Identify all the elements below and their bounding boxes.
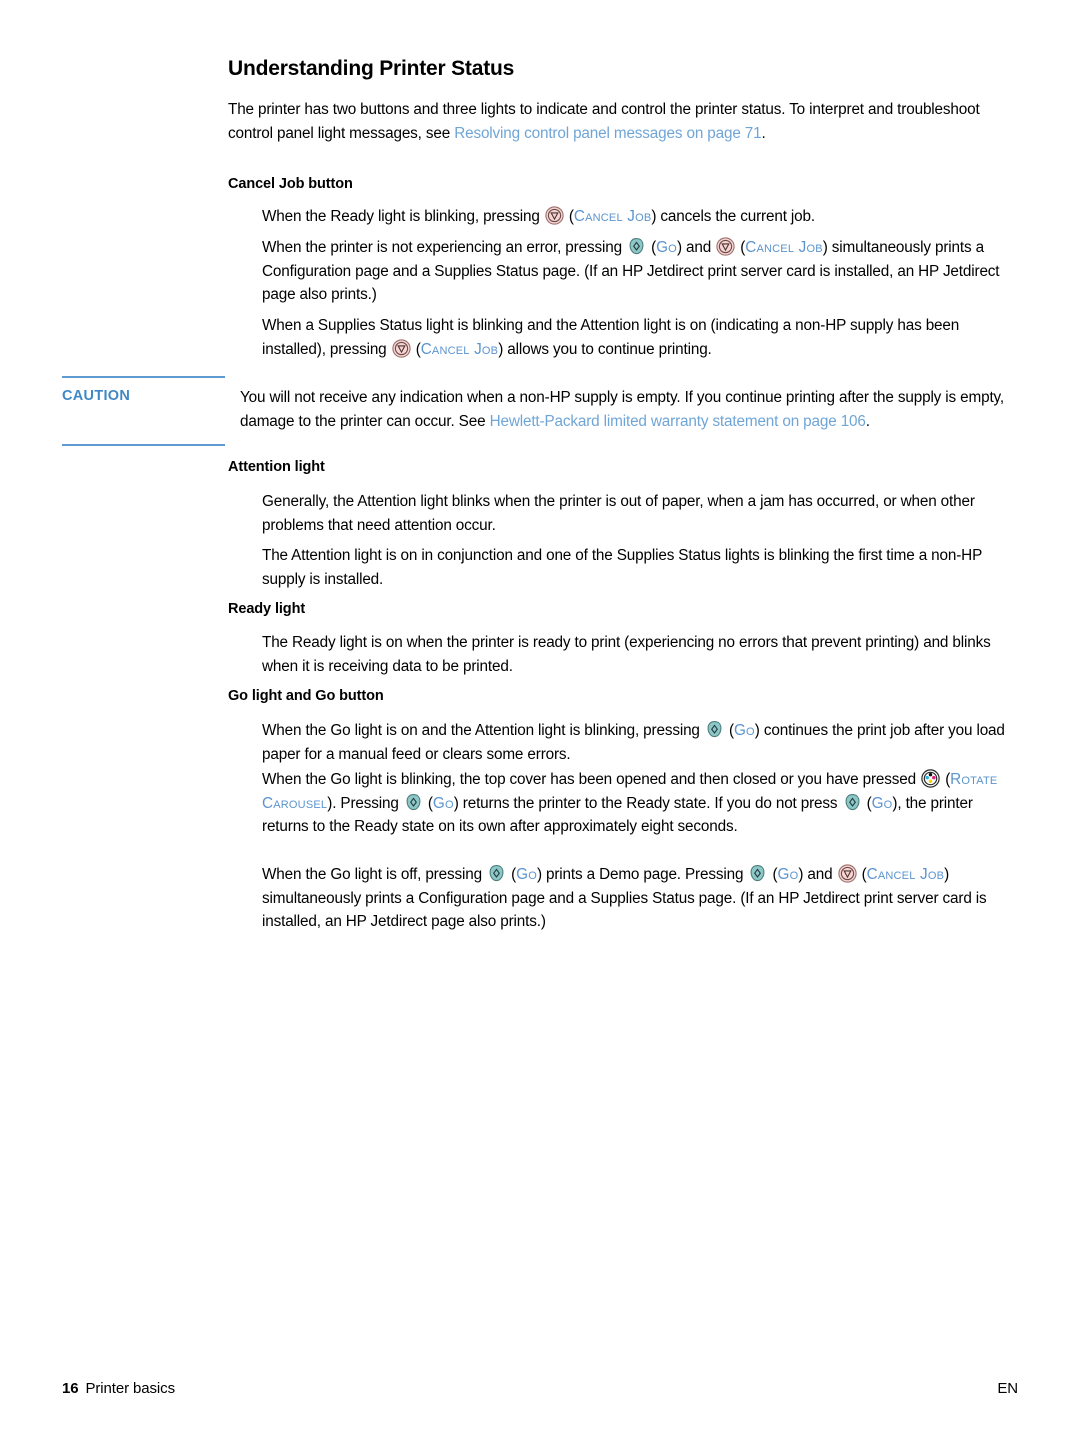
caution-label: CAUTION (62, 388, 131, 404)
intro-text-part2: . (761, 124, 766, 142)
paren-open: ( (724, 722, 734, 739)
go-icon (404, 793, 423, 812)
paragraph-go-1: When the Go light is on and the Attentio… (262, 719, 1010, 766)
paren-open: ( (857, 866, 867, 883)
control-label-go: Go (516, 866, 537, 883)
text-run: When the Go light is blinking, the top c… (262, 771, 921, 788)
caution-rule-top (62, 376, 225, 378)
paragraph-cancel-job-1: When the Ready light is blinking, pressi… (262, 205, 1010, 229)
text-run: and (681, 239, 716, 256)
cancel-job-icon (716, 237, 735, 256)
cancel-job-icon (545, 206, 564, 225)
paren-open: ( (941, 771, 951, 788)
paragraph-attention-1: Generally, the Attention light blinks wh… (262, 493, 975, 534)
control-label-cancel-job: Cancel Job (866, 866, 945, 883)
text-run: allows you to continue printing. (503, 340, 712, 358)
paren-open: ( (564, 208, 574, 225)
go-icon (705, 720, 724, 739)
text-run: When the printer is not experiencing an … (262, 239, 627, 256)
paragraph-go-3: When the Go light is off, pressing (Go) … (262, 863, 1010, 934)
section-heading-attention-light: Attention light (228, 459, 325, 475)
xref-resolving-control-panel-messages[interactable]: Resolving control panel messages on page… (454, 125, 761, 142)
text-run: When the Go light is off, pressing (262, 866, 487, 883)
paragraph-ready-1: The Ready light is on when the printer i… (262, 634, 991, 675)
paragraph-attention-2: The Attention light is on in conjunction… (262, 547, 982, 588)
paren-open: ( (736, 239, 746, 256)
rotate-carousel-icon (921, 769, 940, 788)
control-label-go: Go (871, 794, 893, 812)
caution-rule-bottom (62, 444, 225, 446)
paren-open: ( (862, 794, 872, 812)
paragraph-go-2: When the Go light is blinking, the top c… (262, 768, 1010, 839)
paragraph-cancel-job-2: When the printer is not experiencing an … (262, 236, 1010, 307)
go-icon (487, 864, 506, 883)
cancel-job-icon (837, 864, 857, 883)
go-icon (748, 864, 767, 883)
footer-page-number: 16 (62, 1380, 79, 1397)
paragraph-cancel-job-3: When a Supplies Status light is blinking… (262, 314, 1010, 361)
text-run: returns the printer to the Ready state. … (458, 794, 842, 812)
text-run: and (803, 866, 837, 883)
go-icon (627, 237, 646, 256)
paren-close: ) (944, 866, 950, 883)
footer-language-code: EN (997, 1380, 1018, 1397)
control-label-go: Go (656, 239, 677, 256)
control-label-go: Go (432, 794, 454, 812)
caution-body: You will not receive any indication when… (240, 378, 1010, 433)
page-footer: 16 Printer basics EN (62, 1380, 1018, 1397)
section-heading-cancel-job-button: Cancel Job button (228, 176, 353, 192)
xref-hewlett-packard-limited-warranty-statement[interactable]: Hewlett-Packard limited warranty stateme… (490, 413, 866, 430)
paren-open: ( (507, 866, 517, 883)
cancel-job-icon (391, 338, 411, 358)
document-page: Understanding Printer Status The printer… (0, 0, 1080, 1437)
control-label-cancel-job: Cancel Job (573, 208, 652, 225)
go-icon (843, 793, 862, 812)
paren-open: ( (647, 239, 657, 256)
footer-section-name: Printer basics (85, 1380, 176, 1397)
paren-open: ( (423, 794, 433, 812)
control-label-cancel-job: Cancel Job (745, 239, 823, 256)
text-run: prints a Demo page. Pressing (541, 866, 748, 883)
text-run: When the Ready light is blinking, pressi… (262, 208, 544, 225)
intro-paragraph: The printer has two buttons and three li… (228, 98, 1010, 145)
text-run: . Pressing (332, 794, 403, 812)
control-label-go: Go (733, 722, 755, 739)
caution-admonition: CAUTION You will not receive any indicat… (62, 376, 1010, 446)
footer-left-group: 16 Printer basics (62, 1380, 175, 1397)
control-label-cancel-job: Cancel Job (420, 340, 499, 358)
section-heading-go-light-and-go-button: Go light and Go button (228, 688, 384, 704)
text-run: simultaneously prints a Configuration pa… (262, 889, 987, 931)
text-run: When the Go light is on and the Attentio… (262, 722, 704, 739)
text-run: cancels the current job. (656, 208, 815, 225)
section-heading-ready-light: Ready light (228, 601, 306, 617)
control-label-go: Go (777, 866, 799, 883)
page-title: Understanding Printer Status (228, 57, 515, 80)
text-run: . (865, 412, 870, 430)
paren-open: ( (411, 340, 421, 358)
